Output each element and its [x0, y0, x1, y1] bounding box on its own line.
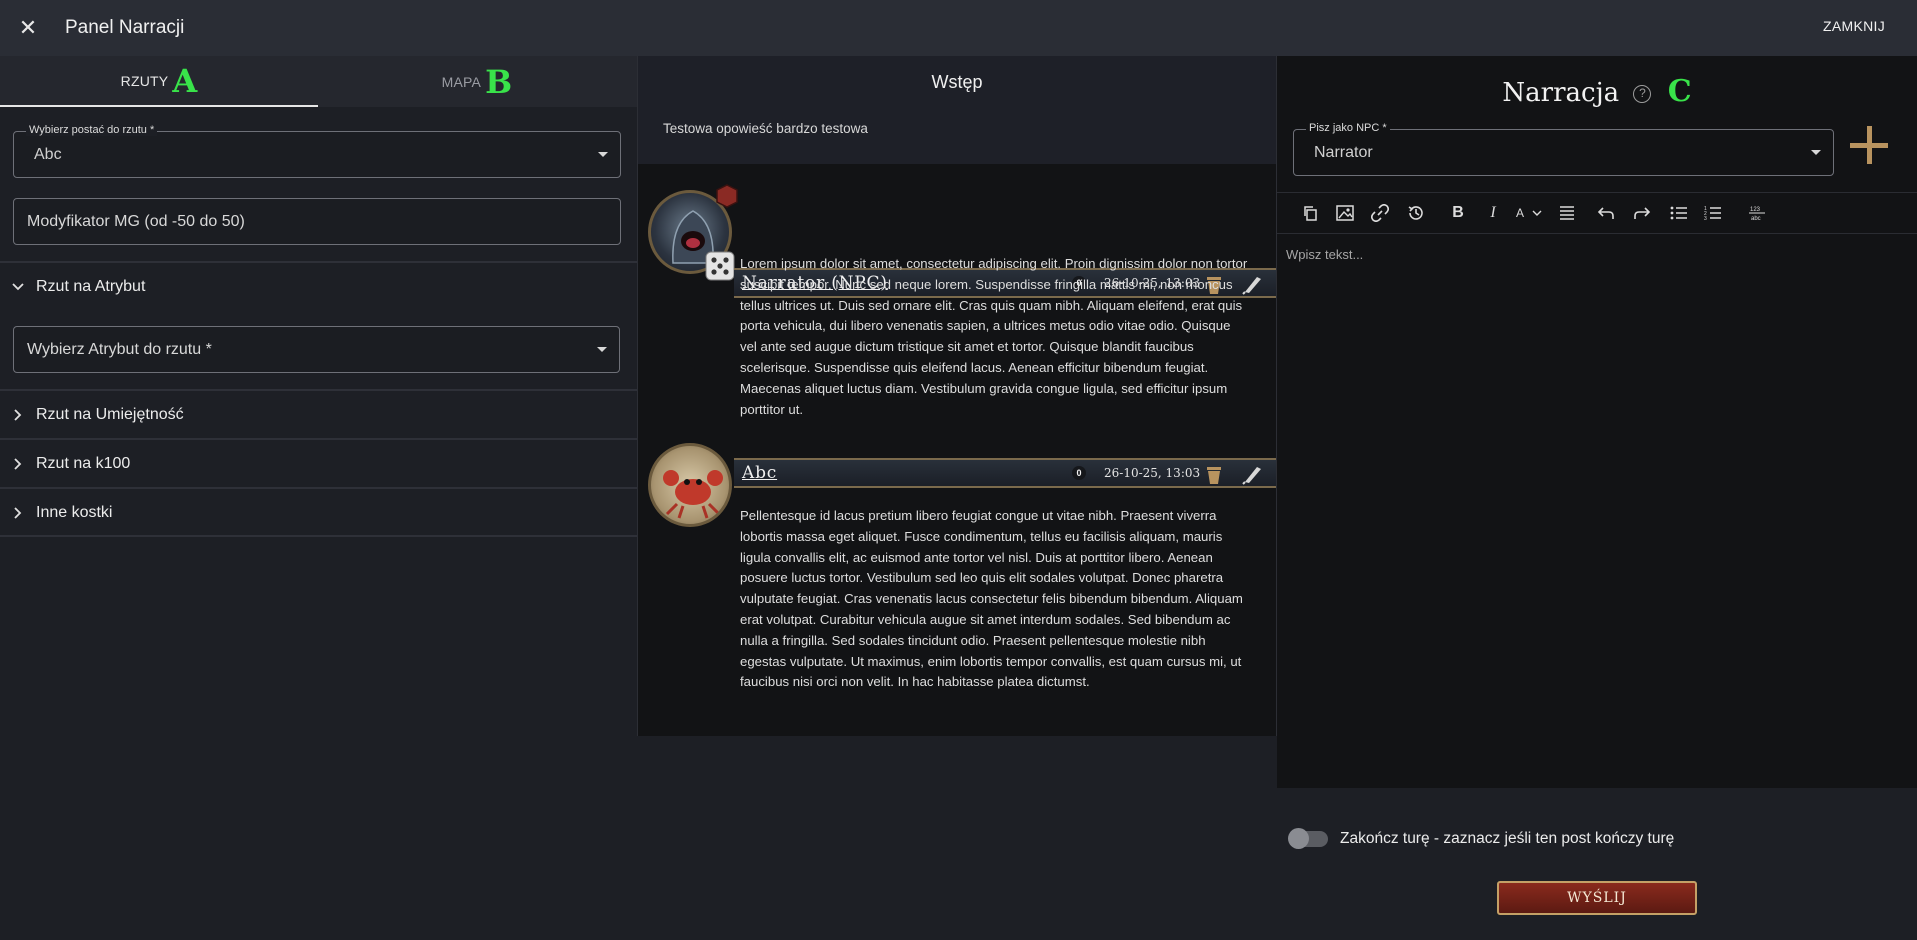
- post-count-badge: 0: [1072, 466, 1086, 480]
- story-feed[interactable]: Wstęp Testowa opowieść bardzo testowa Na…: [637, 56, 1277, 736]
- align-icon[interactable]: [1556, 202, 1578, 224]
- post-text: Pellentesque id lacus pretium libero feu…: [740, 508, 1243, 690]
- section-attribute-header[interactable]: Rzut na Atrybut: [0, 263, 637, 311]
- italic-icon[interactable]: I: [1482, 202, 1504, 224]
- close-button[interactable]: ZAMKNIJ: [1823, 18, 1885, 34]
- close-icon[interactable]: ✕: [0, 0, 56, 56]
- bullet-list-icon[interactable]: [1668, 202, 1690, 224]
- npc-select-label: Pisz jako NPC *: [1306, 122, 1390, 134]
- svg-text:3: 3: [1704, 216, 1707, 220]
- chevron-right-icon: [0, 458, 36, 470]
- character-select-value: Abc: [34, 146, 62, 163]
- npc-select-value: Narrator: [1314, 144, 1373, 161]
- bold-icon[interactable]: B: [1447, 202, 1469, 224]
- section-skill: Rzut na Umiejętność: [0, 389, 637, 439]
- add-npc-icon[interactable]: [1850, 126, 1888, 164]
- section-skill-header[interactable]: Rzut na Umiejętność: [0, 391, 637, 439]
- rolls-panel: RZUTY A MAPA B Wybierz postać do rzutu *…: [0, 56, 637, 940]
- story-intro: Wstęp Testowa opowieść bardzo testowa: [638, 56, 1276, 164]
- copy-icon[interactable]: [1299, 202, 1321, 224]
- caret-down-icon: [1811, 150, 1821, 155]
- history-icon[interactable]: [1405, 202, 1427, 224]
- trash-icon[interactable]: [1205, 463, 1223, 485]
- redo-icon[interactable]: [1631, 202, 1653, 224]
- hexagon-badge-icon: [716, 184, 738, 208]
- avatar: [648, 443, 732, 527]
- post-header: Abc 0 26-10-25, 13:03: [734, 458, 1276, 488]
- word-count-icon[interactable]: 123 abc: [1746, 202, 1768, 224]
- narration-title: Narracja: [1502, 78, 1620, 108]
- post-author[interactable]: Abc: [742, 463, 777, 483]
- section-k100-label: Rzut na k100: [36, 455, 131, 472]
- character-select-label: Wybierz postać do rzutu *: [26, 124, 158, 136]
- send-button[interactable]: WYŚLIJ: [1497, 881, 1697, 915]
- link-icon[interactable]: [1369, 202, 1391, 224]
- svg-text:abc: abc: [1751, 216, 1761, 221]
- post-date: 26-10-25, 13:03: [1104, 466, 1201, 480]
- toggle-knob: [1288, 828, 1309, 849]
- section-other-dice-label: Inne kostki: [36, 504, 113, 521]
- tab-map-label: MAPA: [441, 73, 482, 90]
- section-other-dice: Inne kostki: [0, 487, 637, 537]
- chevron-right-icon: [0, 409, 36, 421]
- caret-down-icon: [598, 152, 608, 157]
- editor-input[interactable]: Wpisz tekst...: [1286, 247, 1363, 262]
- post-text: Lorem ipsum dolor sit amet, consectetur …: [740, 256, 1248, 417]
- help-icon[interactable]: ?: [1633, 85, 1652, 103]
- section-attribute: Rzut na Atrybut Wybierz Atrybut do rzutu…: [0, 261, 637, 391]
- section-other-dice-header[interactable]: Inne kostki: [0, 489, 637, 537]
- caret-down-icon: [597, 347, 607, 352]
- tab-map[interactable]: MAPA B: [318, 56, 636, 107]
- section-k100: Rzut na k100: [0, 438, 637, 488]
- attribute-select-placeholder: Wybierz Atrybut do rzutu *: [27, 341, 212, 358]
- end-turn-label: Zakończ turę - zaznacz jeśli ten post ko…: [1340, 830, 1675, 847]
- section-k100-header[interactable]: Rzut na k100: [0, 440, 637, 488]
- narration-marker: C: [1667, 74, 1692, 109]
- svg-text:123: 123: [1750, 207, 1761, 213]
- story-description: Testowa opowieść bardzo testowa: [663, 121, 868, 136]
- tab-rolls-label: RZUTY: [120, 72, 169, 89]
- section-attribute-label: Rzut na Atrybut: [36, 278, 146, 295]
- modifier-input[interactable]: Modyfikator MG (od -50 do 50): [13, 198, 621, 245]
- narration-header: Narracja ? C: [1277, 74, 1917, 109]
- chevron-right-icon: [0, 507, 36, 519]
- image-icon[interactable]: [1334, 202, 1356, 224]
- page-title: Panel Narracji: [65, 17, 185, 38]
- modifier-placeholder: Modyfikator MG (od -50 do 50): [27, 213, 245, 230]
- top-bar: ✕ Panel Narracji ZAMKNIJ: [0, 0, 1917, 56]
- story-title: Wstęp: [931, 72, 983, 92]
- tab-map-marker: B: [485, 62, 513, 101]
- editor-toolbar: B I A 123 123 abc: [1277, 192, 1917, 234]
- section-skill-label: Rzut na Umiejętność: [36, 406, 184, 423]
- numbered-list-icon[interactable]: 123: [1702, 202, 1724, 224]
- attribute-select[interactable]: Wybierz Atrybut do rzutu *: [13, 326, 620, 373]
- tab-rolls-marker: A: [172, 61, 198, 100]
- end-turn-toggle[interactable]: [1288, 828, 1328, 849]
- npc-select[interactable]: Pisz jako NPC * Narrator: [1293, 122, 1834, 176]
- font-color-icon[interactable]: A: [1511, 202, 1547, 224]
- chevron-down-icon: [0, 283, 36, 291]
- character-select[interactable]: Wybierz postać do rzutu * Abc: [13, 124, 621, 178]
- tab-rolls[interactable]: RZUTY A: [0, 56, 318, 107]
- tab-bar: RZUTY A MAPA B: [0, 56, 637, 107]
- dice-icon: [705, 251, 735, 281]
- undo-icon[interactable]: [1595, 202, 1617, 224]
- edit-quill-icon[interactable]: [1241, 463, 1263, 485]
- narration-panel: Narracja ? C Pisz jako NPC * Narrator B …: [1277, 56, 1917, 788]
